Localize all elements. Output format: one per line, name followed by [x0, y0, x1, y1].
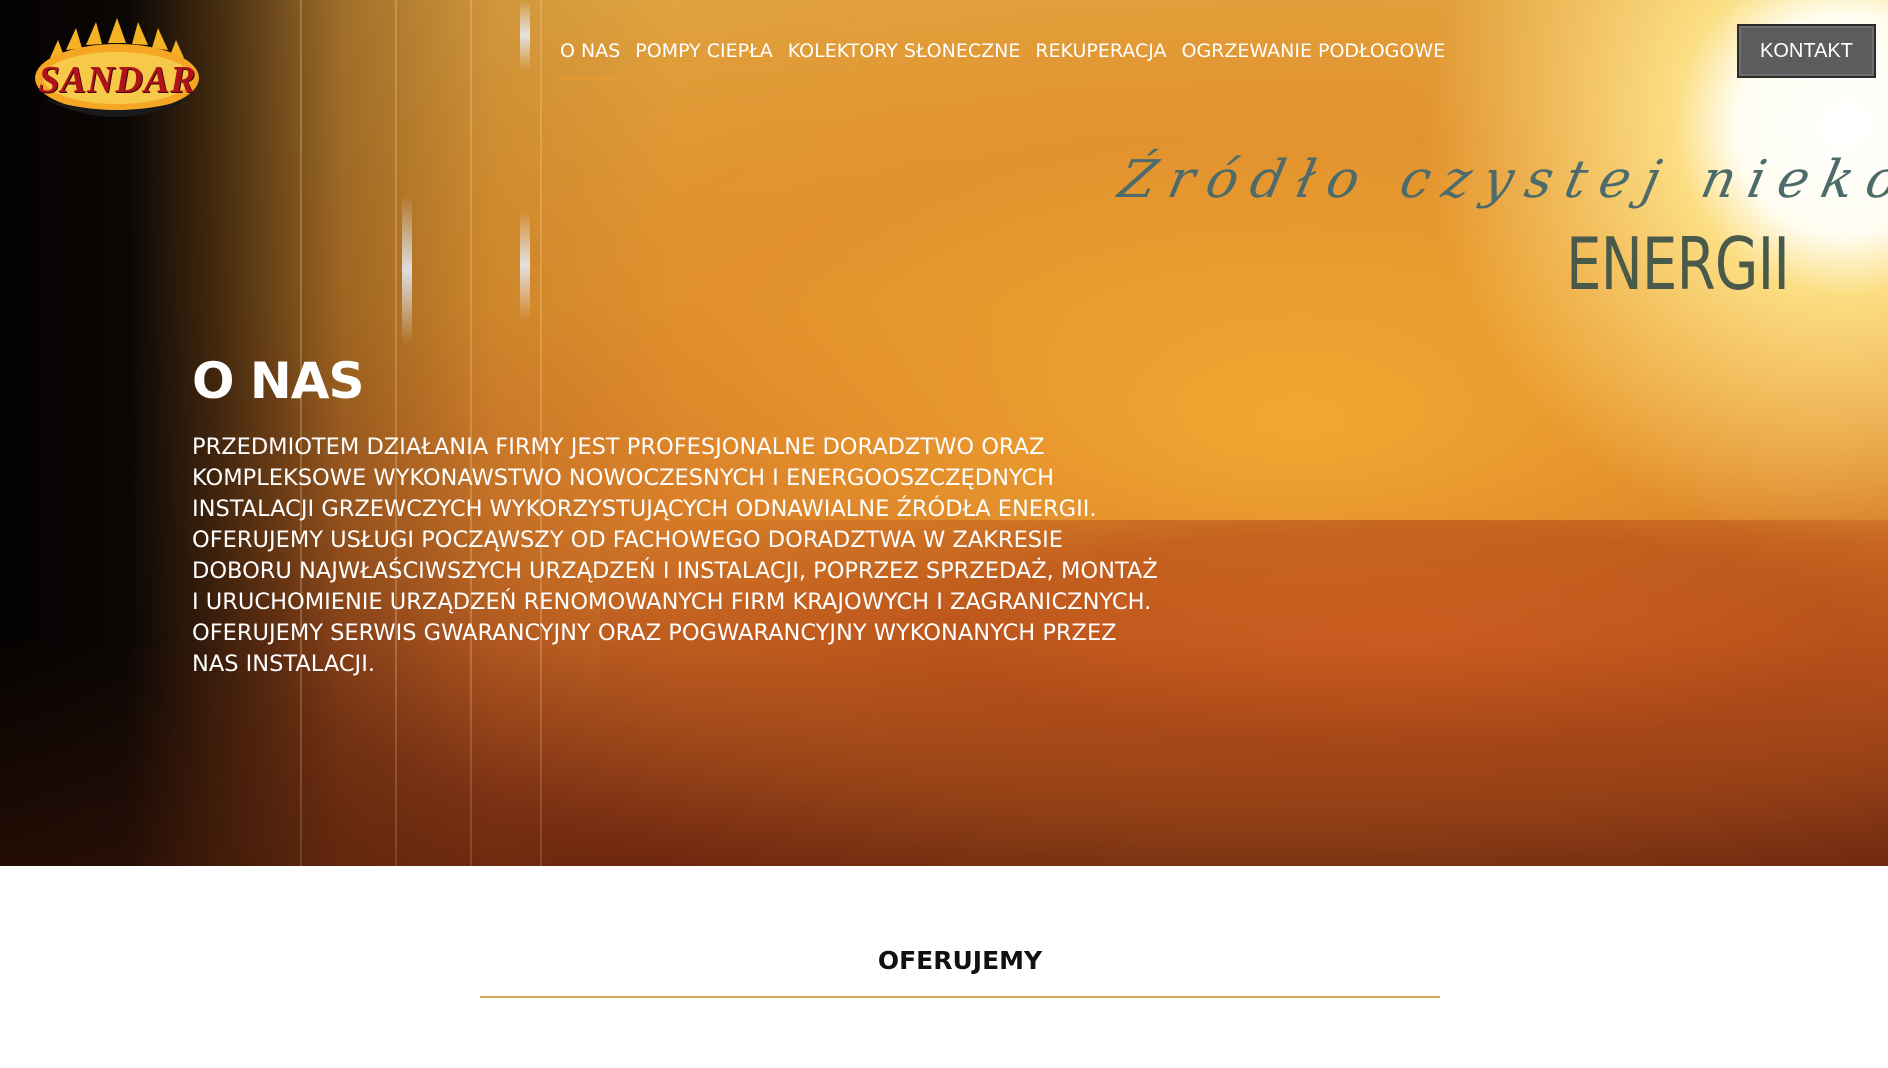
nav-item-ogrzewanie-podlogowe[interactable]: OGRZEWANIE PODŁOGOWE — [1181, 40, 1445, 80]
offer-section-heading: OFERUJEMY — [877, 946, 1043, 975]
hero-tagline: Źródło czystej niekończącej się — [1113, 150, 1888, 210]
about-paragraph: OFERUJEMY SERWIS GWARANCYJNY ORAZ POGWAR… — [192, 620, 1117, 677]
about-paragraph: PRZEDMIOTEM DZIAŁANIA FIRMY JEST PROFESJ… — [192, 434, 1097, 522]
hero-energy-word: ENERGII — [1566, 222, 1790, 306]
nav-item-pompy-ciepla[interactable]: POMPY CIEPŁA — [635, 40, 773, 80]
solar-panel-glint — [520, 0, 530, 70]
nav-item-kolektory-sloneczne[interactable]: KOLEKTORY SŁONECZNE — [788, 40, 1021, 80]
about-paragraph: OFERUJEMY USŁUGI POCZĄWSZY OD FACHOWEGO … — [192, 527, 1158, 615]
nav-item-o-nas[interactable]: O NAS — [560, 40, 621, 80]
main-navigation: O NAS POMPY CIEPŁA KOLEKTORY SŁONECZNE R… — [560, 40, 1445, 80]
offer-heading-divider — [480, 996, 1440, 998]
solar-panel-glint — [402, 195, 412, 345]
sandar-logo[interactable]: SANDAR — [30, 18, 205, 130]
nav-item-rekuperacja[interactable]: REKUPERACJA — [1035, 40, 1166, 80]
about-description: PRZEDMIOTEM DZIAŁANIA FIRMY JEST PROFESJ… — [192, 432, 1162, 680]
contact-button[interactable]: KONTAKT — [1737, 24, 1876, 78]
about-title: O NAS — [192, 352, 364, 410]
hero-banner: SANDAR O NAS POMPY CIEPŁA KOLEKTORY SŁON… — [0, 0, 1888, 866]
logo-text: SANDAR — [38, 59, 197, 101]
solar-panel-glint — [520, 210, 530, 320]
